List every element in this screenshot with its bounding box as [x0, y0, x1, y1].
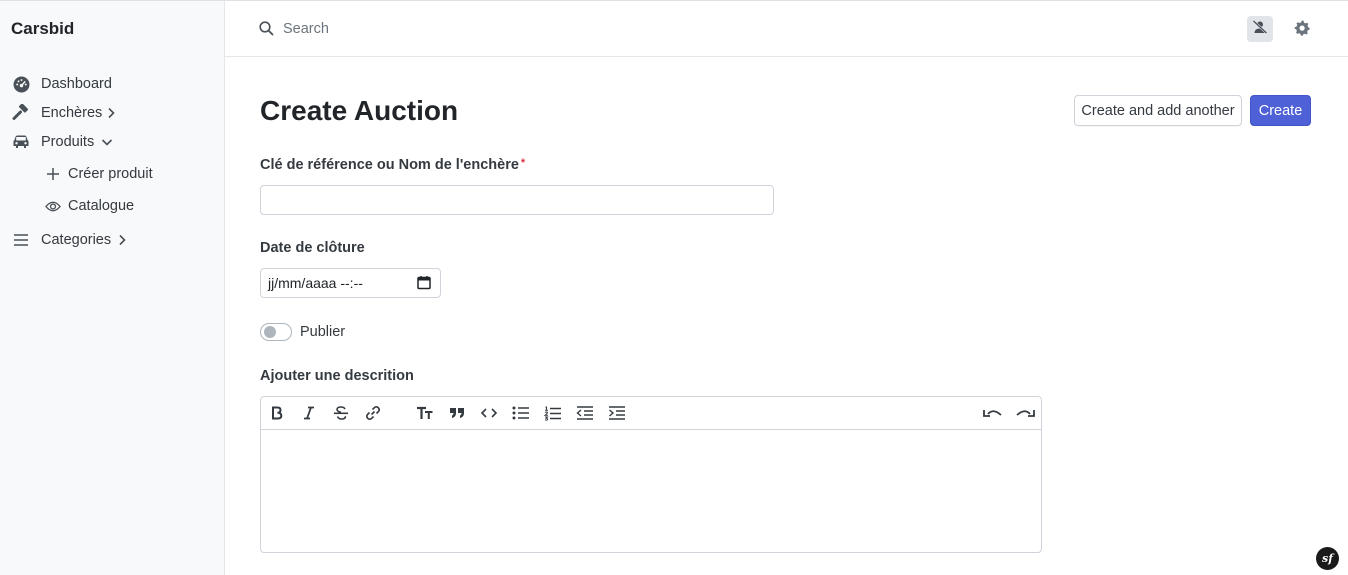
page-title: Create Auction	[260, 95, 459, 126]
plus-icon	[45, 166, 61, 182]
numbered-list-icon[interactable]	[543, 404, 563, 422]
heading-icon[interactable]	[415, 404, 435, 422]
publish-label: Publier	[300, 324, 346, 340]
sidebar-subitem-creer-produit[interactable]: Créer produit	[0, 162, 225, 186]
link-icon[interactable]	[363, 404, 383, 422]
closing-date-label: Date de clôture	[260, 240, 365, 256]
chevron-right-icon	[105, 107, 117, 119]
dashboard-icon	[12, 75, 30, 93]
sidebar-subitem-label: Catalogue	[68, 198, 135, 214]
symfony-badge-label: sf	[1322, 552, 1333, 565]
quote-icon[interactable]	[447, 404, 467, 422]
gavel-icon	[12, 104, 30, 122]
sidebar-item-label: Dashboard	[41, 76, 112, 92]
name-field-label: Clé de référence ou Nom de l'enchère *	[260, 157, 525, 173]
car-icon	[12, 133, 30, 151]
required-marker: *	[520, 157, 526, 169]
brand-name[interactable]: Carsbid	[11, 19, 74, 39]
search-input[interactable]	[283, 17, 683, 41]
publish-toggle[interactable]	[260, 323, 292, 341]
gear-icon[interactable]	[1293, 19, 1311, 42]
closing-date-value: jj/mm/aaaa --:--	[268, 275, 363, 291]
sidebar: Carsbid Dashboard Enchères Produits Crée…	[0, 1, 225, 575]
strikethrough-icon[interactable]	[331, 404, 351, 422]
bullet-list-icon[interactable]	[511, 404, 531, 422]
bold-icon[interactable]	[267, 404, 287, 422]
toggle-knob	[264, 326, 276, 338]
sidebar-subitem-label: Créer produit	[68, 166, 153, 182]
symfony-toolbar-icon[interactable]: sf	[1316, 547, 1339, 570]
name-field-label-text: Clé de référence ou Nom de l'enchère	[260, 157, 519, 173]
description-editor	[260, 396, 1042, 553]
sidebar-item-categories[interactable]: Categories	[0, 227, 225, 253]
auction-name-input[interactable]	[260, 185, 774, 215]
closing-date-input[interactable]: jj/mm/aaaa --:--	[260, 268, 441, 298]
topbar	[225, 1, 1348, 57]
calendar-icon[interactable]	[417, 275, 431, 295]
code-icon[interactable]	[479, 404, 499, 422]
sidebar-item-label: Produits	[41, 134, 95, 150]
create-and-add-another-button[interactable]: Create and add another	[1074, 95, 1242, 126]
chevron-right-icon	[116, 234, 128, 246]
sidebar-item-label: Enchères	[41, 105, 103, 121]
sidebar-item-produits[interactable]: Produits	[0, 129, 225, 155]
undo-icon[interactable]	[983, 404, 1003, 422]
description-textarea[interactable]	[261, 430, 1041, 552]
user-slash-icon	[1252, 19, 1268, 39]
description-label: Ajouter une descrition	[260, 368, 414, 384]
main-content: Create Auction Create and add another Cr…	[225, 57, 1348, 575]
indent-icon[interactable]	[607, 404, 627, 422]
redo-icon[interactable]	[1015, 404, 1035, 422]
sidebar-item-label: Categories	[41, 232, 112, 248]
sidebar-subitem-catalogue[interactable]: Catalogue	[0, 194, 225, 218]
italic-icon[interactable]	[299, 404, 319, 422]
search-icon	[259, 21, 274, 41]
create-button[interactable]: Create	[1250, 95, 1311, 126]
sidebar-item-dashboard[interactable]: Dashboard	[0, 71, 225, 97]
user-menu-button[interactable]	[1247, 16, 1273, 42]
outdent-icon[interactable]	[575, 404, 595, 422]
list-icon	[12, 231, 30, 249]
chevron-down-icon	[101, 136, 113, 148]
eye-icon	[45, 198, 61, 214]
editor-toolbar	[261, 397, 1041, 430]
sidebar-item-encheres[interactable]: Enchères	[0, 100, 225, 126]
